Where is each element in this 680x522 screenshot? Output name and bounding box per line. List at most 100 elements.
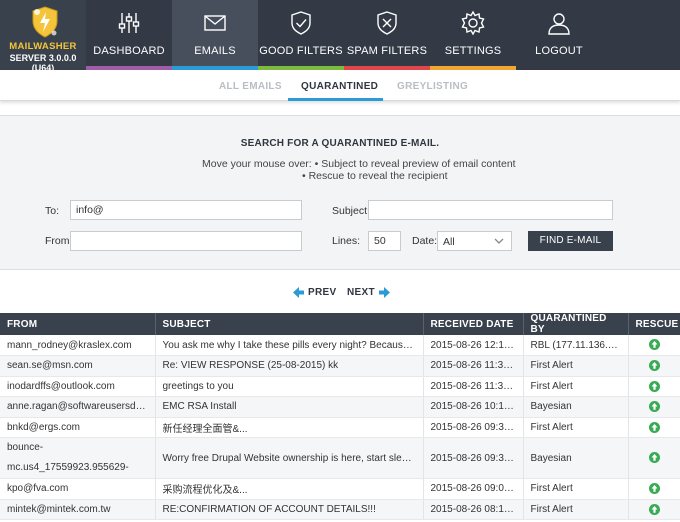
cell-rescue (628, 478, 680, 500)
cell-date: 2015-08-26 09:08:45 (423, 478, 524, 500)
cell-quarantined-by: First Alert (523, 499, 629, 520)
to-label: To: (45, 205, 60, 217)
tab-quarantined[interactable]: QUARANTINED (301, 81, 378, 92)
cell-quarantined-by: First Alert (523, 478, 629, 500)
col-header-from[interactable]: FROM (0, 313, 156, 335)
find-email-button[interactable]: FIND E-MAIL (528, 231, 613, 251)
prev-button[interactable]: PREV (293, 285, 336, 299)
rescue-icon[interactable] (648, 503, 660, 515)
rescue-icon[interactable] (648, 421, 660, 433)
brand-logo-area[interactable]: MAILWASHER SERVER 3.0.0.0 (U64) (0, 0, 86, 73)
top-navigation-bar: MAILWASHER SERVER 3.0.0.0 (U64) DASHBOAR… (0, 0, 680, 73)
cell-subject[interactable]: RE:CONFIRMATION OF ACCOUNT DETAILS!!! (155, 499, 424, 520)
subject-input[interactable] (368, 200, 613, 220)
nav-dashboard[interactable]: DASHBOARD (86, 0, 172, 70)
mailwasher-logo-icon (32, 6, 58, 38)
cell-rescue (628, 376, 680, 397)
cell-quarantined-by: Bayesian (523, 396, 629, 418)
active-tab-indicator (288, 98, 383, 101)
cell-from: kpo@fva.com (0, 478, 156, 500)
rescue-icon[interactable] (648, 380, 660, 392)
col-header-quarantined-by[interactable]: QUARANTINED BY (523, 313, 629, 335)
cell-date: 2015-08-26 10:16:26 (423, 396, 524, 418)
col-header-rescue: RESCUE (628, 313, 680, 335)
cell-rescue (628, 335, 680, 356)
cell-quarantined-by: RBL (177.11.136.138) (523, 335, 629, 356)
rescue-icon[interactable] (648, 339, 660, 351)
table-row[interactable]: kpo@fva.com 采购流程优化及&... 2015-08-26 09:08… (0, 478, 680, 500)
date-select-value: All (443, 236, 455, 248)
cell-subject[interactable]: EMC RSA Install (155, 396, 424, 418)
quarantined-emails-table: FROM SUBJECT RECEIVED DATE QUARANTINED B… (0, 313, 680, 520)
cell-quarantined-by: First Alert (523, 417, 629, 438)
cell-from: bnkd@ergs.com (0, 417, 156, 438)
to-input[interactable] (70, 200, 302, 220)
subject-label: Subject: (332, 205, 370, 217)
cell-date: 2015-08-26 11:36:27 (423, 355, 524, 377)
cell-date: 2015-08-26 08:18:26 (423, 499, 524, 520)
next-label: NEXT (347, 286, 375, 298)
rescue-icon[interactable] (648, 483, 660, 495)
from-input[interactable] (70, 231, 302, 251)
rescue-icon[interactable] (648, 401, 660, 413)
col-header-subject[interactable]: SUBJECT (155, 313, 424, 335)
cell-from: sean.se@msn.com (0, 355, 156, 377)
table-row[interactable]: anne.ragan@softwareusersdata.c EMC RSA I… (0, 396, 680, 418)
arrow-right-icon (378, 286, 390, 298)
cell-rescue (628, 437, 680, 479)
lines-label: Lines: (332, 235, 361, 247)
nav-label: GOOD FILTERS (259, 45, 343, 57)
cell-rescue (628, 355, 680, 377)
rescue-icon[interactable] (648, 360, 660, 372)
prev-label: PREV (308, 286, 337, 298)
col-header-received-date[interactable]: RECEIVED DATE (423, 313, 524, 335)
nav-logout[interactable]: LOGOUT (516, 0, 602, 70)
nav-label: SPAM FILTERS (346, 45, 428, 57)
table-row[interactable]: mintek@mintek.com.tw RE:CONFIRMATION OF … (0, 499, 680, 520)
table-row[interactable]: mann_rodney@kraslex.com You ask me why I… (0, 335, 680, 356)
search-hint-line2: • Rescue to reveal the recipient (302, 170, 448, 182)
nav-label: LOGOUT (535, 45, 583, 57)
date-select[interactable]: All (437, 231, 512, 251)
search-hint-line1: Move your mouse over: • Subject to revea… (202, 158, 516, 170)
cell-date: 2015-08-26 12:12:44 (423, 335, 524, 356)
cell-subject[interactable]: greetings to you (155, 376, 424, 397)
cell-subject[interactable]: 新任经理全面管&... (155, 417, 424, 438)
table-row[interactable]: inodardffs@outlook.com greetings to you … (0, 376, 680, 397)
pagination: PREV NEXT (0, 285, 680, 299)
nav-settings[interactable]: SETTINGS (430, 0, 516, 70)
cell-from: mann_rodney@kraslex.com (0, 335, 156, 356)
rescue-icon[interactable] (648, 452, 660, 464)
arrow-left-icon (293, 286, 304, 298)
search-panel: SEARCH FOR A QUARANTINED E-MAIL. Move yo… (0, 115, 680, 270)
cell-subject[interactable]: Re: VIEW RESPONSE (25-08-2015) kk (155, 355, 424, 377)
table-header-row: FROM SUBJECT RECEIVED DATE QUARANTINED B… (0, 313, 680, 335)
brand-name: MAILWASHER (9, 41, 77, 52)
sliders-icon (118, 13, 140, 33)
envelope-icon (204, 15, 226, 31)
cell-subject[interactable]: Worry free Drupal Website ownership is h… (155, 437, 424, 479)
table-row[interactable]: sean.se@msn.com Re: VIEW RESPONSE (25-08… (0, 355, 680, 377)
nav-emails[interactable]: EMAILS (172, 0, 258, 70)
cell-date: 2015-08-26 11:30:42 (423, 376, 524, 397)
tab-greylisting[interactable]: GREYLISTING (397, 81, 468, 92)
nav-label: EMAILS (194, 45, 236, 57)
lines-input[interactable] (368, 231, 401, 251)
cell-rescue (628, 396, 680, 418)
cell-rescue (628, 417, 680, 438)
nav-spam-filters[interactable]: SPAM FILTERS (344, 0, 430, 70)
nav-label: DASHBOARD (93, 45, 165, 57)
search-title: SEARCH FOR A QUARANTINED E-MAIL. (240, 138, 440, 149)
cell-quarantined-by: First Alert (523, 355, 629, 377)
table-row[interactable]: bounce-mc.us4_17559923.955629- Worry fre… (0, 437, 680, 479)
table-row[interactable]: bnkd@ergs.com 新任经理全面管&... 2015-08-26 09:… (0, 417, 680, 438)
cell-from: bounce-mc.us4_17559923.955629- (0, 437, 156, 479)
cell-subject[interactable]: 采购流程优化及&... (155, 478, 424, 500)
date-label: Date: (412, 235, 438, 247)
nav-good-filters[interactable]: GOOD FILTERS (258, 0, 344, 70)
next-button[interactable]: NEXT (347, 285, 390, 299)
cell-subject[interactable]: You ask me why I take these pills every … (155, 335, 424, 356)
cell-from: mintek@mintek.com.tw (0, 499, 156, 520)
cell-date: 2015-08-26 09:34:58 (423, 417, 524, 438)
tab-all-emails[interactable]: ALL EMAILS (219, 81, 282, 92)
